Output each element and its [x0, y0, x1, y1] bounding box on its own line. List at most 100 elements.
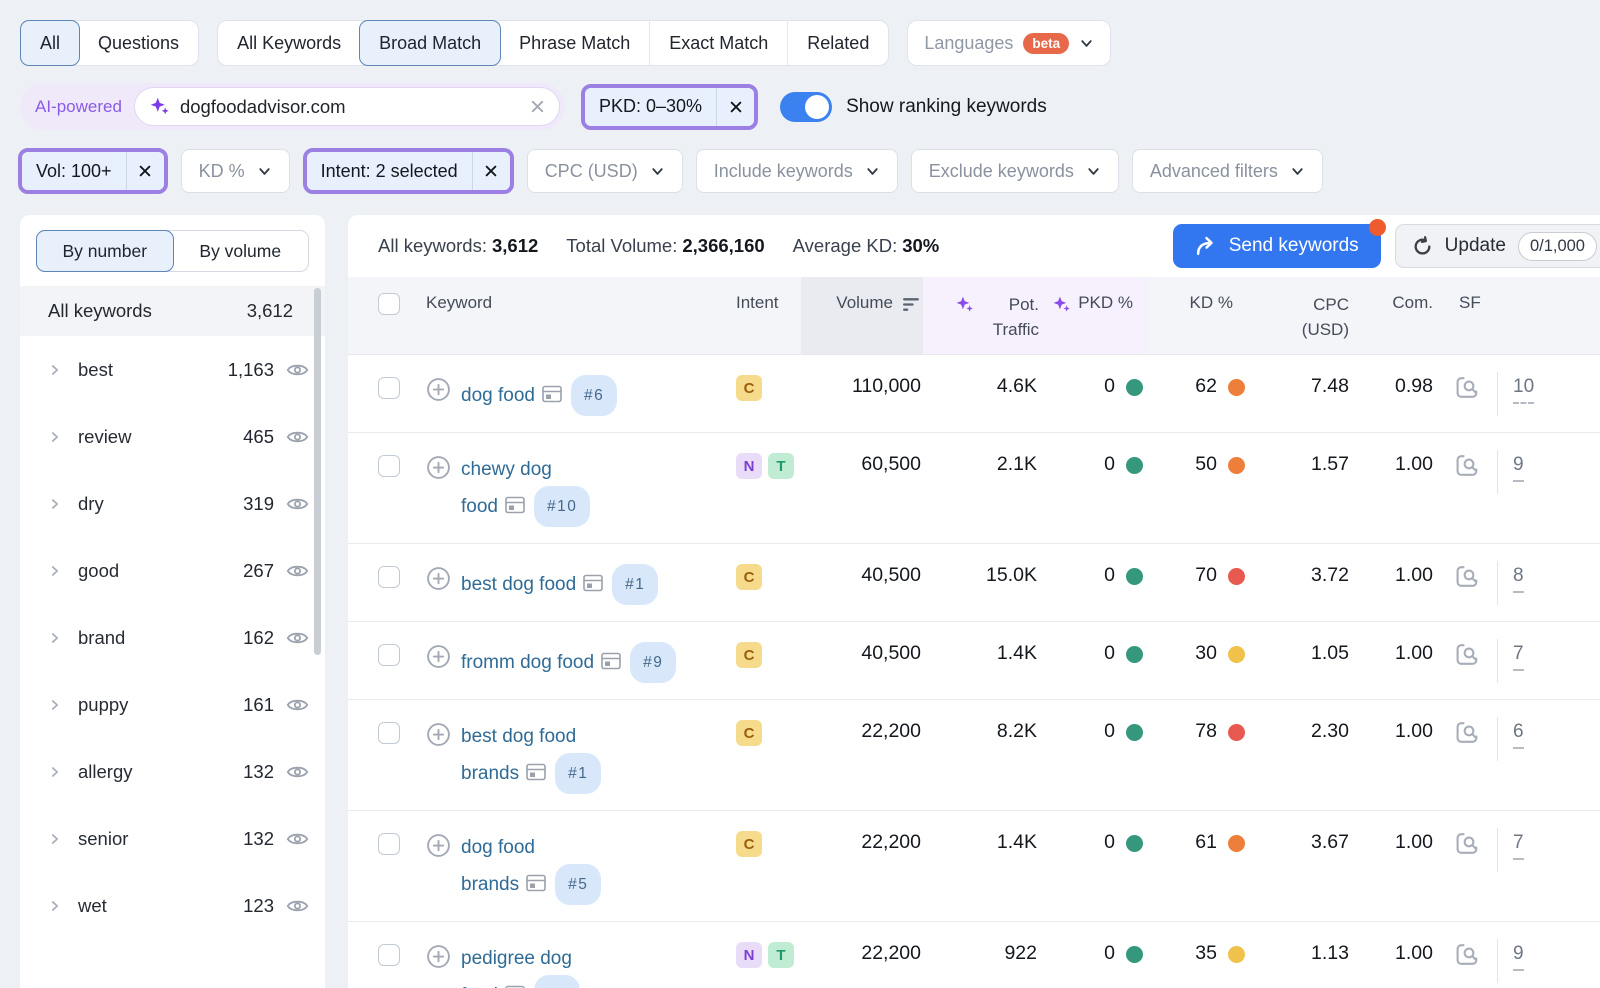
view-serp-icon[interactable] [1455, 942, 1482, 967]
rank-badge[interactable]: #1 [555, 753, 601, 794]
chevron-right-icon[interactable] [48, 899, 62, 913]
keyword-group-item[interactable]: wet 123 [20, 872, 325, 939]
eye-icon[interactable] [286, 697, 309, 713]
all-keywords-group-row[interactable]: All keywords 3,612 [20, 286, 325, 336]
serp-features-icon[interactable] [542, 385, 562, 403]
keyword-link-line2[interactable]: brands [461, 874, 519, 895]
sort-by-volume-tab[interactable]: By volume [173, 231, 309, 271]
row-checkbox[interactable] [378, 644, 400, 666]
tab-exact-match[interactable]: Exact Match [649, 21, 787, 65]
sidebar-scrollbar[interactable] [314, 288, 321, 655]
header-intent[interactable]: Intent [736, 277, 801, 313]
eye-icon[interactable] [286, 496, 309, 512]
serp-features-icon[interactable] [601, 652, 621, 670]
intent-badge[interactable]: N [736, 453, 762, 479]
chevron-right-icon[interactable] [48, 564, 62, 578]
header-pot-traffic[interactable]: Pot. Traffic [923, 277, 1045, 354]
sf-count[interactable]: 9 [1513, 454, 1524, 482]
intent-filter-chip[interactable]: Intent: 2 selected [307, 152, 510, 190]
keyword-group-item[interactable]: dry 319 [20, 470, 325, 537]
intent-badge[interactable]: C [736, 564, 762, 590]
keyword-link-line2[interactable]: food [461, 496, 498, 517]
intent-badge[interactable]: C [736, 720, 762, 746]
plus-circle-icon[interactable] [426, 944, 451, 988]
chevron-right-icon[interactable] [48, 698, 62, 712]
rank-badge[interactable]: #10 [534, 486, 590, 527]
eye-icon[interactable] [286, 764, 309, 780]
keyword-link-line2[interactable]: brands [461, 763, 519, 784]
chevron-right-icon[interactable] [48, 363, 62, 377]
keyword-group-item[interactable]: allergy 132 [20, 738, 325, 805]
rank-badge[interactable]: #6 [571, 375, 617, 416]
header-cpc[interactable]: CPC (USD) [1253, 277, 1349, 342]
remove-pkd-filter-button[interactable] [716, 88, 754, 126]
sf-count[interactable]: 7 [1513, 643, 1524, 671]
serp-features-icon[interactable] [526, 874, 546, 892]
serp-features-icon[interactable] [526, 763, 546, 781]
keyword-link[interactable]: chewy dog [461, 459, 552, 480]
keyword-group-item[interactable]: puppy 161 [20, 671, 325, 738]
update-button[interactable]: Update 0/1,000 [1395, 224, 1600, 268]
clear-search-icon[interactable] [530, 99, 545, 114]
remove-volume-filter-button[interactable] [126, 152, 164, 190]
eye-icon[interactable] [286, 563, 309, 579]
exclude-keywords-dropdown[interactable]: Exclude keywords [911, 149, 1119, 193]
keyword-link[interactable]: pedigree dog [461, 948, 572, 969]
sort-by-number-tab[interactable]: By number [36, 230, 174, 272]
remove-intent-filter-button[interactable] [472, 152, 510, 190]
eye-icon[interactable] [286, 831, 309, 847]
chevron-right-icon[interactable] [48, 430, 62, 444]
view-serp-icon[interactable] [1455, 453, 1482, 478]
keyword-link[interactable]: dog food [461, 385, 535, 406]
keyword-group-item[interactable]: best 1,163 [20, 336, 325, 403]
pkd-filter-chip[interactable]: PKD: 0–30% [585, 88, 754, 126]
eye-icon[interactable] [286, 429, 309, 445]
chevron-right-icon[interactable] [48, 765, 62, 779]
languages-dropdown[interactable]: Languages beta [907, 20, 1111, 66]
rank-badge[interactable]: #1 [612, 564, 658, 605]
intent-badge[interactable]: C [736, 831, 762, 857]
chevron-right-icon[interactable] [48, 832, 62, 846]
keyword-group-item[interactable]: good 267 [20, 537, 325, 604]
kd-filter-dropdown[interactable]: KD % [181, 149, 290, 193]
select-all-checkbox[interactable] [378, 293, 400, 315]
chevron-right-icon[interactable] [48, 631, 62, 645]
show-ranking-keywords-toggle[interactable] [780, 92, 832, 122]
header-pkd[interactable]: PKD % [1045, 277, 1149, 354]
keyword-group-item[interactable]: senior 132 [20, 805, 325, 872]
serp-features-icon[interactable] [505, 496, 525, 514]
sf-count[interactable]: 7 [1513, 832, 1524, 860]
intent-badge[interactable]: C [736, 375, 762, 401]
keyword-group-item[interactable]: review 465 [20, 403, 325, 470]
keyword-link[interactable]: best dog food [461, 574, 576, 595]
tab-related[interactable]: Related [787, 21, 888, 65]
sf-count[interactable]: 6 [1513, 721, 1524, 749]
tab-broad-match[interactable]: Broad Match [359, 20, 501, 66]
row-checkbox[interactable] [378, 566, 400, 588]
intent-badge[interactable]: T [768, 942, 794, 968]
plus-circle-icon[interactable] [426, 377, 451, 416]
row-checkbox[interactable] [378, 833, 400, 855]
serp-features-icon[interactable] [583, 574, 603, 592]
eye-icon[interactable] [286, 898, 309, 914]
row-checkbox[interactable] [378, 722, 400, 744]
header-kd[interactable]: KD % [1149, 277, 1253, 313]
eye-icon[interactable] [286, 362, 309, 378]
keyword-link[interactable]: fromm dog food [461, 652, 594, 673]
rank-badge[interactable]: #5 [555, 864, 601, 905]
intent-badge[interactable]: T [768, 453, 794, 479]
tab-all-keywords[interactable]: All Keywords [218, 21, 360, 65]
plus-circle-icon[interactable] [426, 566, 451, 605]
cpc-filter-dropdown[interactable]: CPC (USD) [527, 149, 683, 193]
intent-badge[interactable]: C [736, 642, 762, 668]
plus-circle-icon[interactable] [426, 722, 451, 794]
include-keywords-dropdown[interactable]: Include keywords [696, 149, 898, 193]
plus-circle-icon[interactable] [426, 644, 451, 683]
advanced-filters-dropdown[interactable]: Advanced filters [1132, 149, 1323, 193]
keyword-link[interactable]: best dog food [461, 726, 576, 747]
row-checkbox[interactable] [378, 377, 400, 399]
search-input[interactable] [180, 96, 520, 118]
volume-filter-chip[interactable]: Vol: 100+ [22, 152, 164, 190]
row-checkbox[interactable] [378, 455, 400, 477]
rank-badge[interactable]: #7 [534, 975, 580, 988]
